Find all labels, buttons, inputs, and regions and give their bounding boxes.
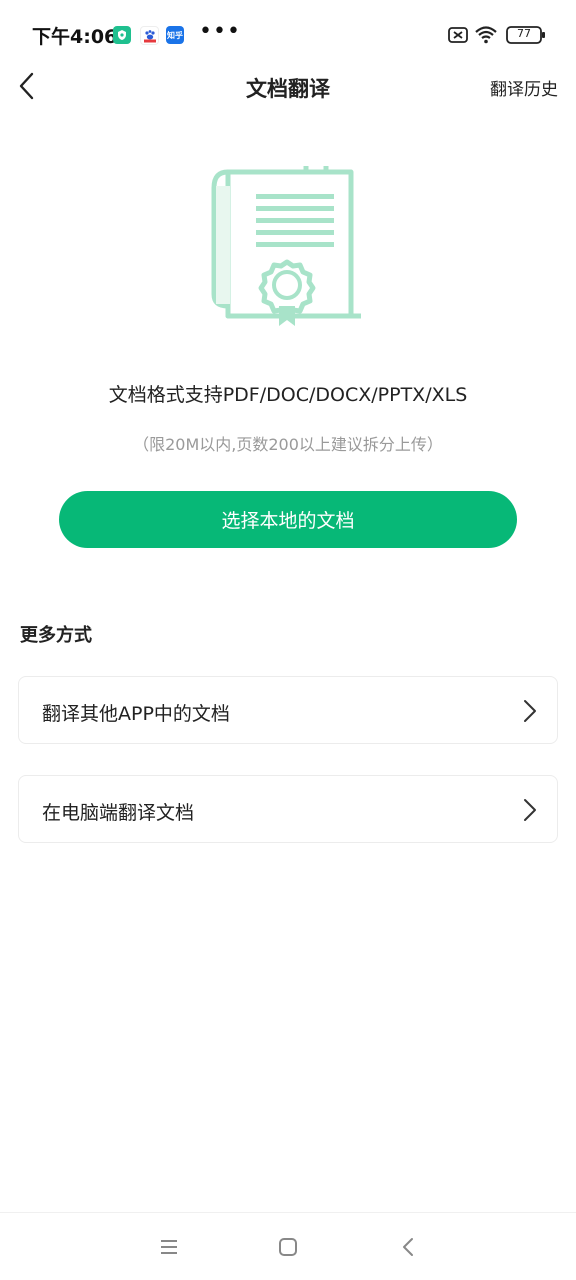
baidu-icon (140, 26, 159, 45)
more-notifications-icon: ••• (199, 19, 241, 44)
menu-nav-button[interactable] (157, 1235, 181, 1259)
more-methods-title: 更多方式 (20, 625, 92, 646)
back-nav-button[interactable] (397, 1235, 421, 1259)
select-local-document-label: 选择本地的文档 (221, 510, 355, 532)
status-bar: 下午4:06 知乎 ••• 77 (0, 0, 576, 70)
back-arrow-icon (403, 1238, 413, 1256)
translate-history-link[interactable]: 翻译历史 (490, 75, 558, 100)
document-certificate-icon (211, 166, 361, 326)
option-label: 翻译其他APP中的文档 (42, 703, 230, 725)
option-label: 在电脑端翻译文档 (42, 802, 195, 824)
select-local-document-button[interactable]: 选择本地的文档 (59, 491, 517, 548)
system-nav-bar (0, 1212, 576, 1280)
home-nav-button[interactable] (276, 1235, 300, 1259)
zhihu-glyph: 知乎 (167, 30, 183, 40)
battery-level: 77 (517, 27, 531, 40)
zhihu-icon: 知乎 (166, 26, 184, 44)
chevron-right-icon (524, 799, 536, 821)
chevron-right-icon (524, 700, 536, 722)
status-right-group: 77 (448, 24, 548, 46)
certificate-document-illustration (206, 166, 368, 332)
option-translate-other-app[interactable]: 翻译其他APP中的文档 (18, 676, 558, 744)
app-shield-icon (113, 26, 131, 44)
option-translate-on-pc[interactable]: 在电脑端翻译文档 (18, 775, 558, 843)
header: 文档翻译 翻译历史 (0, 70, 576, 104)
document-translate-screen: 下午4:06 知乎 ••• 77 文档翻译 翻译历史 文档格式支持PDF/DOC… (0, 0, 576, 1280)
size-limit-text: （限20M以内,页数200以上建议拆分上传） (133, 435, 443, 454)
home-square-icon (279, 1238, 297, 1256)
status-time: 下午4:06 (32, 26, 118, 48)
supported-formats-text: 文档格式支持PDF/DOC/DOCX/PPTX/XLS (108, 384, 468, 406)
menu-icon (161, 1240, 177, 1254)
